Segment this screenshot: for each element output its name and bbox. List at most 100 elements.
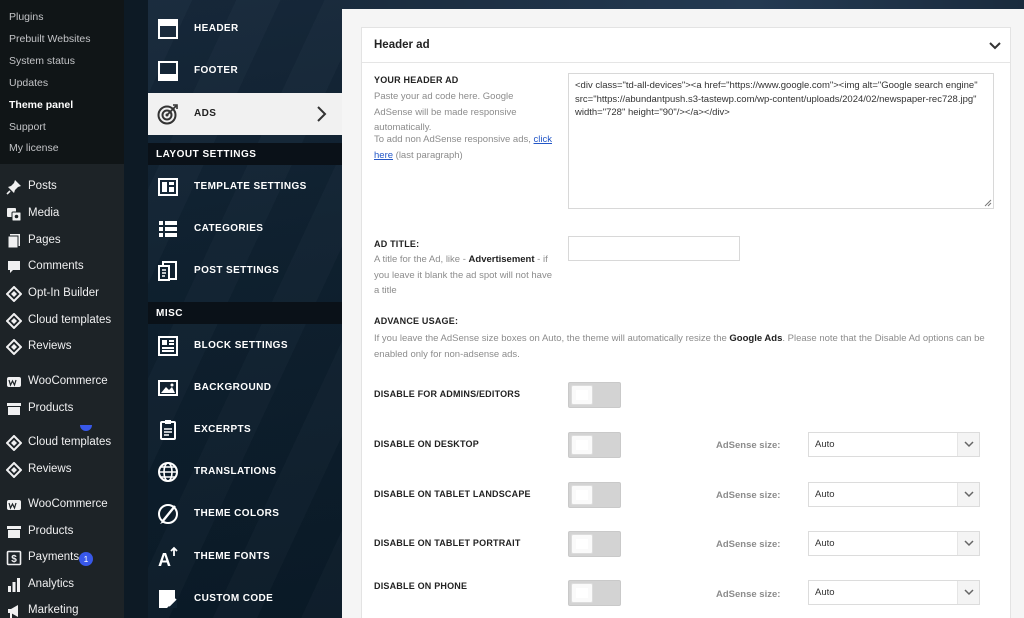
svg-text:A: A: [158, 550, 171, 568]
diamond-icon: [6, 286, 22, 302]
menu-label: Products: [28, 525, 74, 537]
menu-label: Comments: [28, 260, 84, 272]
select-arrow[interactable]: [957, 483, 979, 506]
menu-label: WooCommerce: [28, 375, 108, 387]
menu-item-reviews-2[interactable]: Reviews: [0, 458, 124, 482]
nav-item-categories[interactable]: CATEGORIES: [148, 208, 342, 250]
nav-section-misc: MISC: [148, 302, 342, 324]
ad-title-description: A title for the Ad, like - Advertisement…: [374, 252, 556, 299]
submenu-item-updates[interactable]: Updates: [9, 77, 48, 89]
menu-label: Cloud templates: [28, 314, 112, 326]
menu-item-woocommerce[interactable]: WooCommerce: [0, 370, 124, 394]
ad-code-textarea[interactable]: <div class="td-all-devices"><a href="htt…: [568, 73, 994, 209]
pin-icon: [6, 180, 21, 195]
archive-icon: [7, 403, 21, 415]
menu-item-media[interactable]: Media: [0, 202, 124, 226]
disable-desktop-label: DISABLE ON DESKTOP: [374, 439, 479, 449]
wp-admin-sidebar: Plugins Prebuilt Websites System status …: [0, 0, 124, 618]
nav-item-footer[interactable]: FOOTER: [148, 50, 342, 92]
disable-phone-toggle[interactable]: [568, 580, 621, 606]
chevron-down-icon: [964, 441, 974, 448]
help-text-prefix: To add non AdSense responsive ads,: [374, 134, 534, 145]
block-icon: [158, 336, 178, 356]
menu-label: Opt-In Builder: [28, 287, 99, 299]
wp-submenu: Plugins Prebuilt Websites System status …: [0, 0, 124, 164]
chevron-down-icon[interactable]: [988, 39, 1002, 53]
nav-section-layout-settings: LAYOUT SETTINGS: [148, 143, 342, 165]
disable-tablet-landscape-toggle[interactable]: [568, 482, 621, 508]
phone-size-select[interactable]: Auto: [808, 580, 980, 605]
desktop-size-select[interactable]: Auto: [808, 432, 980, 457]
nav-item-background[interactable]: BACKGROUND: [148, 367, 342, 409]
select-arrow[interactable]: [957, 532, 979, 555]
card-header[interactable]: Header ad: [362, 28, 1010, 63]
menu-item-cloud-templates[interactable]: Cloud templates: [0, 309, 124, 333]
submenu-item-prebuilt-websites[interactable]: Prebuilt Websites: [9, 33, 91, 45]
menu-item-products-2[interactable]: Products: [0, 520, 124, 544]
nav-item-post-settings[interactable]: POST SETTINGS: [148, 250, 342, 292]
chevron-down-icon: [964, 491, 974, 498]
tablet-landscape-size-select[interactable]: Auto: [808, 482, 980, 507]
ad-title-desc-prefix: A title for the Ad, like -: [374, 254, 469, 265]
menu-item-products[interactable]: Products: [0, 397, 124, 421]
nav-label: TRANSLATIONS: [194, 466, 277, 477]
menu-label: Payments: [28, 551, 80, 563]
menu-item-opt-in-builder[interactable]: Opt-In Builder: [0, 282, 124, 306]
menu-item-posts[interactable]: Posts: [0, 175, 124, 199]
nav-item-header[interactable]: HEADER: [148, 8, 342, 50]
submenu-item-plugins[interactable]: Plugins: [9, 11, 43, 23]
submenu-item-system-status[interactable]: System status: [9, 55, 75, 67]
globe-icon: [158, 462, 178, 482]
toggle-knob: [571, 534, 593, 554]
submenu-item-support[interactable]: Support: [9, 121, 46, 133]
ad-title-label: AD TITLE:: [374, 239, 420, 249]
menu-label: Cloud templates: [28, 436, 112, 448]
menu-label: Media: [28, 207, 60, 219]
archive-icon: [7, 526, 21, 538]
nav-label: HEADER: [194, 23, 239, 34]
menu-item-payments[interactable]: $ Payments 1: [0, 546, 124, 570]
select-arrow[interactable]: [957, 433, 979, 456]
svg-text:$: $: [11, 554, 17, 565]
disable-tablet-portrait-toggle[interactable]: [568, 531, 621, 557]
disable-desktop-toggle[interactable]: [568, 432, 621, 458]
menu-label: WooCommerce: [28, 498, 108, 510]
menu-item-cloud-templates-2[interactable]: Cloud templates: [0, 431, 124, 455]
nav-item-template-settings[interactable]: TEMPLATE SETTINGS: [148, 166, 342, 208]
nav-item-theme-fonts[interactable]: A THEME FONTS: [148, 536, 342, 578]
menu-item-reviews[interactable]: Reviews: [0, 335, 124, 359]
section-label: MISC: [156, 308, 183, 319]
target-icon: [157, 104, 178, 125]
nav-item-custom-code[interactable]: CUSTOM CODE: [148, 578, 342, 618]
nav-item-theme-colors[interactable]: THEME COLORS: [148, 493, 342, 535]
nav-item-excerpts[interactable]: EXCERPTS: [148, 409, 342, 451]
disable-tablet-portrait-label: DISABLE ON TABLET PORTRAIT: [374, 538, 521, 548]
menu-item-woocommerce-2[interactable]: WooCommerce: [0, 493, 124, 517]
post-settings-icon: [158, 261, 177, 281]
comment-icon: [8, 261, 20, 273]
nav-item-translations[interactable]: TRANSLATIONS: [148, 451, 342, 493]
menu-item-comments[interactable]: Comments: [0, 255, 124, 279]
nav-item-ads[interactable]: ADS: [148, 93, 342, 135]
select-arrow[interactable]: [957, 581, 979, 604]
submenu-item-theme-panel[interactable]: Theme panel: [9, 99, 73, 111]
top-banner-strip: [342, 0, 1024, 9]
woo-icon: [7, 377, 21, 387]
ad-code-desc-text: Paste your ad code here. Google AdSense …: [374, 91, 517, 133]
nav-label: EXCERPTS: [194, 424, 252, 435]
toggle-knob: [571, 485, 593, 505]
clipboard-icon: [160, 420, 176, 440]
menu-item-pages[interactable]: Pages: [0, 229, 124, 253]
disable-admins-toggle[interactable]: [568, 382, 621, 408]
theme-panel-nav: HEADER FOOTER ADS LAYOUT SETTINGS TEMPLA…: [148, 0, 342, 618]
submenu-item-my-license[interactable]: My license: [9, 142, 59, 154]
nav-item-block-settings[interactable]: BLOCK SETTINGS: [148, 325, 342, 367]
settings-content: Header ad YOUR HEADER AD Paste your ad c…: [342, 9, 1024, 618]
woo-icon: [7, 500, 21, 510]
menu-item-analytics[interactable]: Analytics: [0, 573, 124, 597]
disable-phone-label: DISABLE ON PHONE: [374, 581, 468, 591]
ad-title-input[interactable]: [568, 236, 740, 261]
tablet-portrait-size-select[interactable]: Auto: [808, 531, 980, 556]
resize-handle-icon[interactable]: [984, 199, 992, 207]
menu-item-marketing[interactable]: Marketing: [0, 599, 124, 618]
